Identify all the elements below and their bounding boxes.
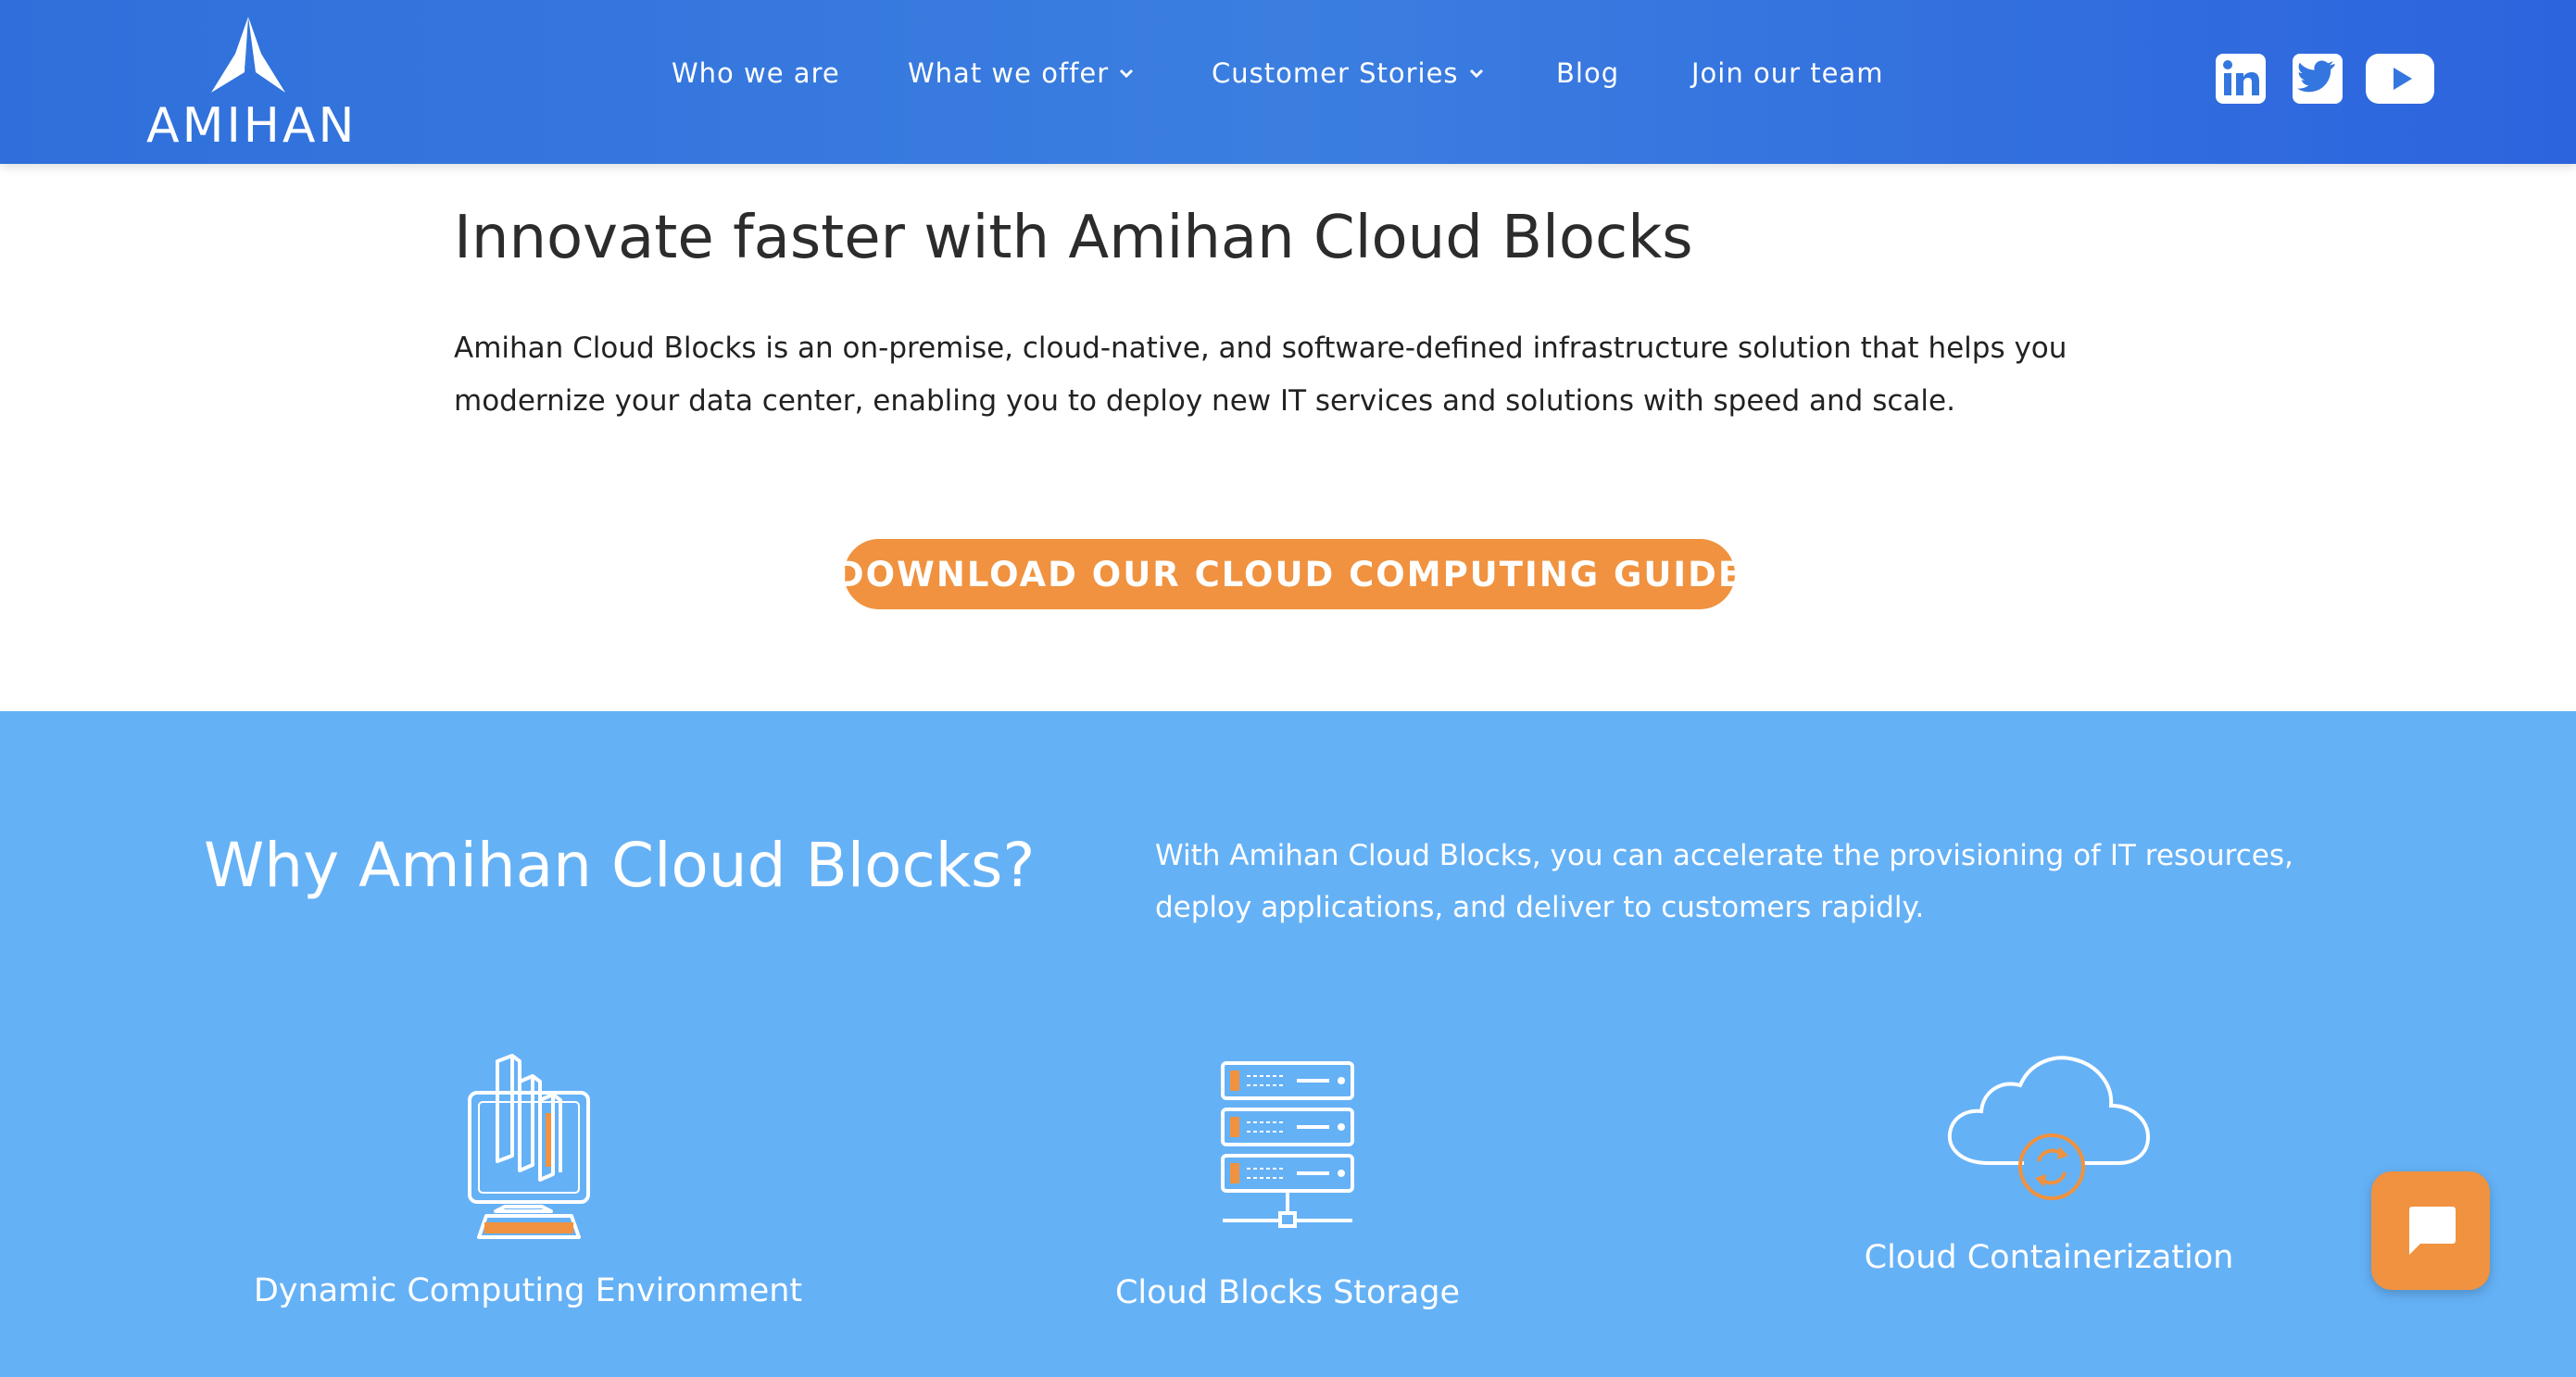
nav-customer-stories[interactable]: Customer Stories (1212, 57, 1485, 89)
why-section: Why Amihan Cloud Blocks? With Amihan Clo… (0, 711, 2576, 1377)
nav-who-we-are[interactable]: Who we are (672, 57, 840, 89)
feature-label: Cloud Blocks Storage (1114, 1274, 1461, 1311)
chevron-down-icon (1120, 69, 1134, 79)
nav-label: Join our team (1691, 57, 1884, 89)
chat-button[interactable] (2371, 1171, 2490, 1290)
feature-dynamic-computing: Dynamic Computing Environment (250, 1054, 806, 1309)
chat-icon (2409, 1207, 2456, 1255)
amihan-logo[interactable]: AMIHAN (146, 17, 358, 154)
nav-what-we-offer[interactable]: What we offer (908, 57, 1135, 89)
linkedin-icon[interactable] (2216, 54, 2266, 104)
youtube-icon[interactable] (2366, 54, 2434, 104)
nav-blog[interactable]: Blog (1556, 57, 1619, 89)
nav-join-our-team[interactable]: Join our team (1691, 57, 1883, 89)
computer-blocks-icon (468, 1054, 590, 1239)
twitter-icon[interactable] (2293, 54, 2343, 104)
logo-mark-icon (211, 17, 285, 93)
download-guide-button[interactable]: DOWNLOAD OUR CLOUD COMPUTING GUIDE (836, 539, 1741, 609)
logo-text: AMIHAN (146, 98, 358, 154)
feature-cloud-containerization: Cloud Containerization (1771, 1054, 2327, 1276)
why-title: Why Amihan Cloud Blocks? (204, 830, 1036, 901)
top-navigation-bar: AMIHAN Who we are What we offer Customer… (0, 0, 2576, 164)
hero-title: Innovate faster with Amihan Cloud Blocks (454, 204, 1693, 272)
why-description: With Amihan Cloud Blocks, you can accele… (1155, 839, 2293, 924)
feature-cloud-storage: Cloud Blocks Storage (1010, 1054, 1565, 1311)
chevron-down-icon (1469, 69, 1483, 79)
nav-label: What we offer (908, 57, 1110, 89)
nav-label: Who we are (672, 57, 840, 89)
hero-description: Amihan Cloud Blocks is an on-premise, cl… (454, 332, 2067, 418)
nav-label: Customer Stories (1212, 57, 1459, 89)
feature-label: Dynamic Computing Environment (253, 1272, 803, 1309)
nav-label: Blog (1556, 57, 1620, 89)
cloud-sync-icon (1947, 1056, 2151, 1200)
server-storage-icon (1221, 1061, 1354, 1228)
feature-label: Cloud Containerization (1864, 1239, 2234, 1276)
